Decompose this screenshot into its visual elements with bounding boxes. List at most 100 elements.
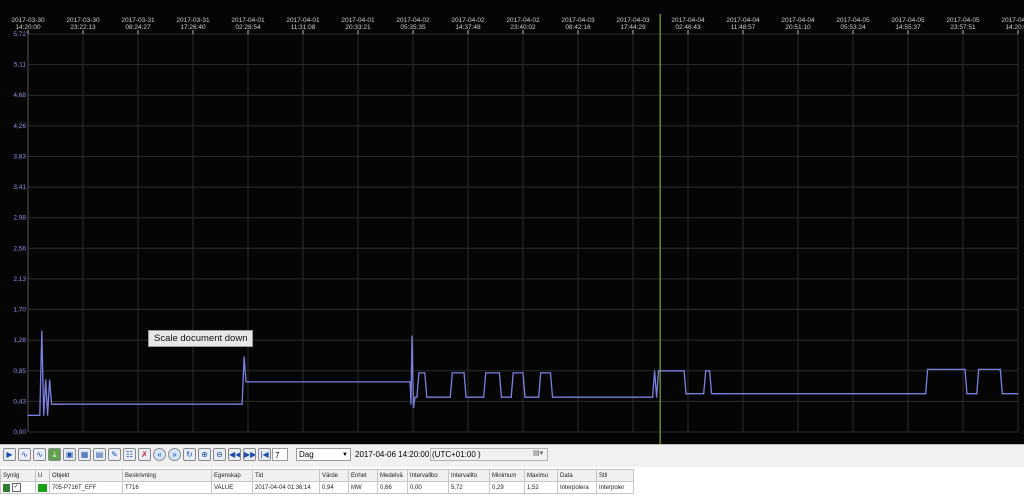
table-header-cell[interactable]: Beskrivning <box>122 469 212 482</box>
series-point <box>1001 393 1003 395</box>
x-tick-time: 17:26:40 <box>180 24 206 31</box>
series-point <box>463 372 465 374</box>
export-green-button[interactable]: ⤓ <box>48 448 61 461</box>
area-chart-button[interactable]: ∿ <box>33 448 46 461</box>
series-point <box>652 396 654 398</box>
table-header-cell[interactable]: Enhet <box>348 469 378 482</box>
y-tick-label: 2,98 <box>13 215 26 222</box>
options-icon[interactable]: ▤▾ <box>533 449 543 457</box>
step-forward-button[interactable]: » <box>168 448 181 461</box>
x-tick-time: 05:53:24 <box>840 24 866 31</box>
series-point <box>522 372 524 374</box>
zoom-in-button[interactable]: ⊕ <box>198 448 211 461</box>
series-point <box>540 372 542 374</box>
y-tick-label: 5,72 <box>13 31 26 38</box>
x-tick-time: 05:35:35 <box>400 24 426 31</box>
series-point <box>58 403 61 405</box>
x-tick-time: 08:24:27 <box>125 24 151 31</box>
end-time-field[interactable]: 2017-04-06 14:20:00 <box>355 448 429 461</box>
table-cell: 0,94 <box>319 481 349 494</box>
table-header-cell[interactable]: Synlig <box>0 469 36 482</box>
x-axis: 2017-03-3014:20:002017-03-3023:22:132017… <box>11 17 1024 34</box>
fast-forward-button[interactable]: ▶▶ <box>243 448 256 461</box>
series-point <box>999 368 1001 370</box>
x-tick-date: 2017-04-02 <box>506 17 540 24</box>
first-icon: |◀ <box>260 450 269 459</box>
x-tick-date: 2017-04-05 <box>891 17 925 24</box>
table-header-cell[interactable]: Tid <box>252 469 320 482</box>
first-button[interactable]: |◀ <box>258 448 271 461</box>
table-button[interactable]: ▦ <box>78 448 91 461</box>
trend-chart[interactable]: 2017-03-30 14:20:00 2017-03-30 23:22:13 2017… <box>0 0 1024 444</box>
x-tick-time: 14:20:00 <box>1005 24 1024 31</box>
x-tick-time: 14:37:48 <box>455 24 481 31</box>
y-tick-label: 4,26 <box>13 123 26 130</box>
series-point <box>685 393 687 395</box>
series-point <box>524 396 526 398</box>
refresh-button[interactable]: ↻ <box>183 448 196 461</box>
toolbar: ▶∿∿⤓▣▦▤✎☷✗«»↻⊕⊖◀◀▶▶|◀▶| 7 Dag ▼ 2017-04-… <box>0 444 1024 467</box>
y-tick-label: 2,13 <box>13 276 26 283</box>
table-cell: VALUE <box>211 481 253 494</box>
layout-button[interactable]: ▤ <box>93 448 106 461</box>
table-header-cell[interactable]: Minimum <box>489 469 525 482</box>
x-tick-time: 20:51:10 <box>785 24 811 31</box>
table-header-cell[interactable]: Maximu <box>524 469 558 482</box>
table-header-cell[interactable]: Data <box>557 469 597 482</box>
table-cell: T716 <box>122 481 212 494</box>
table-body: ✓ 705-P716T_EFF T716 VALUE 2017-04-04 01:36:… <box>0 481 634 494</box>
fast-forward-icon: ▶▶ <box>244 450 256 459</box>
table-header-cell[interactable]: Intervallto <box>448 469 490 482</box>
table-header-cell[interactable]: Värde <box>319 469 349 482</box>
y-tick-label: 2,56 <box>13 245 26 252</box>
table-header-cell[interactable]: Egenskap <box>211 469 253 482</box>
table-header-cell[interactable]: U <box>35 469 50 482</box>
cancel-edit-button[interactable]: ✗ <box>138 448 151 461</box>
chart-canvas[interactable]: 2017-03-3014:20:002017-03-3023:22:132017… <box>0 0 1024 444</box>
x-tick-time: 02:28:54 <box>235 24 261 31</box>
y-tick-label: 1,70 <box>13 307 26 314</box>
visible-checkbox[interactable]: ✓ <box>11 483 21 492</box>
period-count-input[interactable]: 7 <box>272 448 288 461</box>
x-tick-date: 2017-04-01 <box>341 17 375 24</box>
series-point <box>51 403 53 405</box>
table-header-cell[interactable]: Objekt <box>49 469 123 482</box>
series-point <box>411 335 413 337</box>
series-point <box>56 403 59 405</box>
series-point <box>239 403 241 405</box>
series-point <box>409 381 411 383</box>
step-back-button[interactable]: « <box>153 448 166 461</box>
series-point <box>39 414 41 416</box>
x-tick-time: 11:31:08 <box>291 24 316 31</box>
y-axis: 0,00 0,43 0,85 1,28 1,70 2,13 2,56 2,98 3,41 3,83… <box>13 31 29 436</box>
edit-graph-button[interactable]: ✎ <box>108 448 121 461</box>
tooltip-text: Scale document down <box>154 333 248 344</box>
table-cell: 0,29 <box>489 481 525 494</box>
line-chart-icon: ∿ <box>21 450 28 459</box>
table-cell <box>35 481 50 494</box>
save-button[interactable]: ▣ <box>63 448 76 461</box>
period-unit-select[interactable]: Dag ▼ <box>296 448 351 461</box>
line-chart-button[interactable]: ∿ <box>18 448 31 461</box>
table-header-cell[interactable]: Stil <box>596 469 634 482</box>
zoom-out-icon: ⊖ <box>216 450 223 459</box>
series-table: Synlig U Objekt Beskrivning Egenskap Tid Värde… <box>0 469 634 494</box>
rewind-button[interactable]: ◀◀ <box>228 448 241 461</box>
zoom-out-button[interactable]: ⊖ <box>213 448 226 461</box>
table-header-cell[interactable]: Medelvä <box>377 469 408 482</box>
table-header-cell[interactable]: Intervallbo <box>407 469 449 482</box>
series-point <box>498 372 500 374</box>
x-tick-time: 23:57:51 <box>950 24 976 31</box>
series-point <box>726 393 728 395</box>
properties-button[interactable]: ☷ <box>123 448 136 461</box>
table-cell: MW <box>348 481 378 494</box>
series-point <box>709 370 711 372</box>
play-button[interactable]: ▶ <box>3 448 16 461</box>
series-point <box>27 414 29 416</box>
series-point <box>424 372 426 374</box>
save-icon: ▣ <box>65 450 74 459</box>
series-point <box>245 381 247 383</box>
table-row[interactable]: ✓ 705-P716T_EFF T716 VALUE 2017-04-04 01:36:… <box>0 481 634 494</box>
series-color-swatch[interactable] <box>38 483 47 492</box>
x-tick-time: 14:55:37 <box>895 24 921 31</box>
